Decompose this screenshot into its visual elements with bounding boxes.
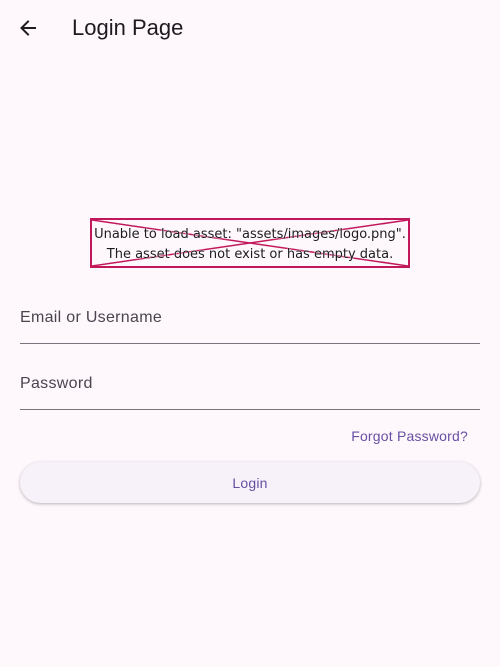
page-title: Login Page (72, 15, 184, 40)
app-bar: Login Page (0, 0, 500, 56)
login-button-label: Login (232, 474, 268, 491)
email-input[interactable] (20, 292, 480, 343)
login-button[interactable]: Login (20, 462, 480, 503)
logo-error-line-1: Unable to load asset: "assets/images/log… (94, 227, 406, 242)
logo-error-message: Unable to load asset: "assets/images/log… (92, 225, 408, 265)
logo-error-line-2: The asset does not exist or has empty da… (106, 247, 394, 262)
forgot-password-link[interactable]: Forgot Password? (351, 428, 468, 444)
password-input[interactable] (20, 358, 480, 409)
email-field[interactable] (20, 292, 480, 344)
logo-image-error: Unable to load asset: "assets/images/log… (90, 218, 410, 268)
arrow-left-icon (20, 20, 36, 36)
password-field[interactable] (20, 358, 480, 410)
back-button[interactable] (12, 12, 44, 44)
